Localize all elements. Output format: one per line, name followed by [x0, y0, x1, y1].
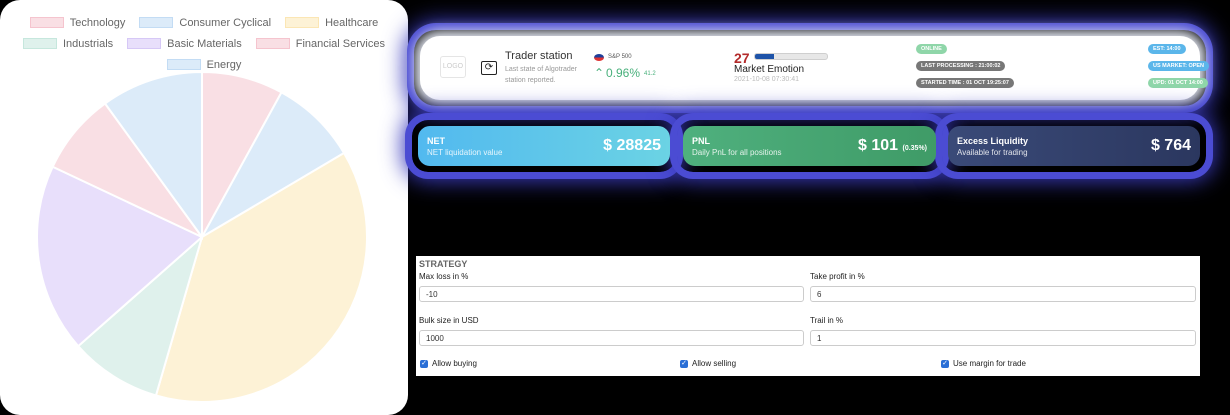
- pnl-card: PNL Daily PnL for all positions $ 101 (0…: [683, 126, 936, 166]
- index-label: S&P 500: [608, 54, 632, 60]
- legend-item-industrials[interactable]: Industrials: [23, 38, 113, 50]
- max-loss-label: Max loss in %: [419, 272, 469, 281]
- station-description: Last state of Algotrader station reporte…: [505, 66, 577, 84]
- pnl-percent: (0.35%): [902, 145, 927, 152]
- us-market-badge: US MARKET: OPEN: [1148, 61, 1210, 71]
- legend-item-consumer-cyclical[interactable]: Consumer Cyclical: [139, 17, 271, 29]
- take-profit-label: Take profit in %: [810, 272, 865, 281]
- net-label: NET: [427, 136, 445, 146]
- pnl-value: $ 101: [857, 137, 899, 154]
- excess-label: Excess Liquidity: [957, 136, 1029, 146]
- strategy-title: STRATEGY: [419, 259, 468, 269]
- legend-item-financial-services[interactable]: Financial Services: [255, 38, 385, 50]
- pnl-value-group: $ 101 (0.35%): [858, 137, 927, 155]
- use-margin-checkbox[interactable]: ✓ Use margin for trade: [941, 359, 1026, 368]
- excess-liquidity-card: Excess Liquidity Available for trading $…: [948, 126, 1200, 166]
- market-emotion-date: 2021-10-08 07:30:41: [734, 76, 799, 83]
- pnl-label: PNL: [692, 136, 710, 146]
- market-emotion-label: Market Emotion: [734, 64, 805, 75]
- take-profit-input[interactable]: [810, 286, 1196, 302]
- bulk-size-label: Bulk size in USD: [419, 316, 479, 325]
- station-logo: LOGO: [440, 56, 466, 78]
- excess-sublabel: Available for trading: [957, 148, 1028, 157]
- started-time-badge: STARTED TIME : 01 OCT 19:25:07: [916, 78, 1014, 88]
- checkbox-checked-icon[interactable]: ✓: [680, 359, 688, 368]
- last-processing-badge: LAST PROCESSING : 21:00:02: [916, 61, 1006, 71]
- legend-item-technology[interactable]: Technology: [29, 17, 125, 29]
- net-sublabel: NET liquidation value: [427, 148, 503, 157]
- chevron-up-icon: ⌃: [594, 66, 605, 80]
- allow-buying-checkbox[interactable]: ✓ Allow buying: [420, 359, 477, 368]
- legend-item-basic-materials[interactable]: Basic Materials: [127, 38, 242, 50]
- trader-station-panel: LOGO ⟳ Trader station Last state of Algo…: [420, 36, 1210, 100]
- market-emotion-fill: [755, 54, 775, 59]
- legend-item-healthcare[interactable]: Healthcare: [285, 17, 378, 29]
- allow-buying-label: Allow buying: [432, 359, 477, 368]
- update-time-badge: UPD: 01 OCT 14:00: [1148, 78, 1208, 88]
- us-flag-icon: [594, 54, 604, 61]
- excess-value: $ 764: [1150, 137, 1191, 154]
- checkbox-checked-icon[interactable]: ✓: [941, 359, 949, 368]
- max-loss-input[interactable]: [419, 286, 804, 302]
- strategy-form: STRATEGY Max loss in % Take profit in % …: [416, 256, 1200, 376]
- legend-item-energy[interactable]: Energy: [166, 59, 241, 71]
- market-emotion-bar: [754, 53, 828, 60]
- allow-selling-checkbox[interactable]: ✓ Allow selling: [680, 359, 736, 368]
- index-sub-value: 41.2: [644, 71, 656, 77]
- est-time-badge: EST: 14:00: [1148, 44, 1186, 54]
- sync-icon[interactable]: ⟳: [481, 61, 497, 75]
- checkbox-checked-icon[interactable]: ✓: [420, 359, 428, 368]
- status-badge-online: ONLINE: [916, 44, 947, 54]
- trail-input[interactable]: [810, 330, 1196, 346]
- bulk-size-input[interactable]: [419, 330, 804, 346]
- sector-pie-card: Technology Consumer Cyclical Healthcare …: [0, 0, 408, 415]
- use-margin-label: Use margin for trade: [953, 359, 1026, 368]
- allow-selling-label: Allow selling: [692, 359, 737, 368]
- pie-legend: Technology Consumer Cyclical Healthcare …: [0, 12, 408, 75]
- net-liquidation-card: NET NET liquidation value $ 28825: [418, 126, 670, 166]
- pnl-sublabel: Daily PnL for all positions: [692, 148, 782, 157]
- net-value: $ 28825: [603, 137, 661, 154]
- trail-label: Trail in %: [810, 316, 844, 325]
- station-title: Trader station: [505, 50, 573, 62]
- index-change: 0.96%: [606, 66, 641, 80]
